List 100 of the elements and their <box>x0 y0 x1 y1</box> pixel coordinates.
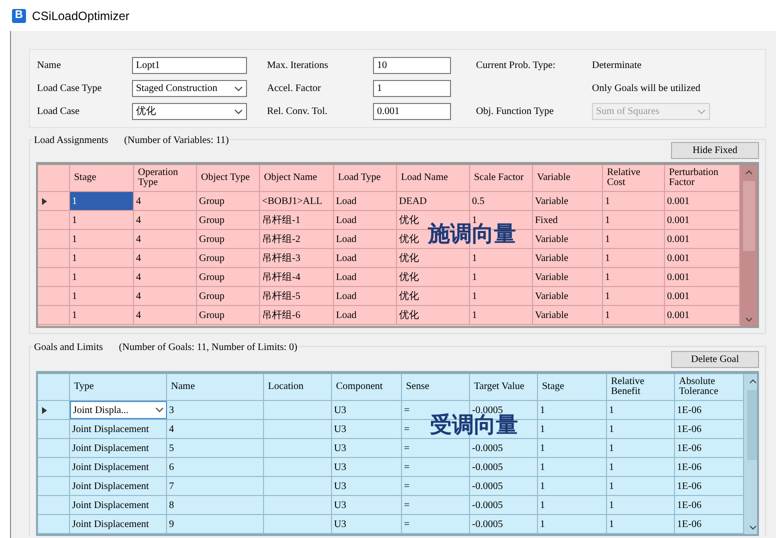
table-cell: U3 <box>332 496 402 514</box>
status-text: Only Goals will be utilized <box>592 82 700 96</box>
table-cell: Load <box>334 192 397 210</box>
table-cell: 1 <box>603 192 665 210</box>
column-header[interactable]: Component <box>332 374 402 400</box>
table-cell: Load <box>334 211 397 229</box>
table-cell: 1 <box>70 230 134 248</box>
field-label: Current Prob. Type: <box>476 59 556 73</box>
table-cell: Group <box>197 230 260 248</box>
column-header[interactable]: Load Type <box>334 165 397 191</box>
column-header[interactable]: Load Name <box>397 165 470 191</box>
column-header[interactable]: Object Type <box>197 165 260 191</box>
scroll-up-icon[interactable] <box>745 170 753 175</box>
toolbar-button[interactable]: Delete Goal <box>671 351 759 368</box>
table-cell: 1 <box>603 287 665 305</box>
table-cell: DEAD <box>397 192 470 210</box>
field-label: Load Case Type <box>37 82 103 96</box>
table-cell: Load <box>334 268 397 286</box>
table-cell: 5 <box>167 439 264 457</box>
table-cell: 4 <box>134 268 197 286</box>
table-cell: 1 <box>70 268 134 286</box>
column-header[interactable]: Relative Benefit <box>607 374 675 400</box>
table-cell: = <box>402 439 470 457</box>
column-header[interactable]: Type <box>70 374 167 400</box>
table-cell: 4 <box>134 211 197 229</box>
table-cell: 1 <box>70 249 134 267</box>
dropdown[interactable]: 优化 <box>132 103 247 120</box>
table-cell: U3 <box>332 477 402 495</box>
column-header[interactable]: Sense <box>402 374 470 400</box>
table-cell: 1 <box>603 306 665 324</box>
table-cell: 4 <box>134 287 197 305</box>
scrollbar-thumb[interactable] <box>743 181 755 251</box>
count-text: (Number of Goals: 11, Number of Limits: 0) <box>118 341 298 355</box>
field-label: Load Case <box>37 105 80 119</box>
table-cell: 4 <box>134 249 197 267</box>
table-cell: -0.0005 <box>470 515 538 533</box>
table-cell: 1 <box>603 268 665 286</box>
chevron-down-icon <box>697 108 706 114</box>
table-cell: 4 <box>134 192 197 210</box>
scrollbar[interactable] <box>744 374 757 534</box>
table-cell: = <box>402 496 470 514</box>
table-cell: 1 <box>538 401 607 419</box>
column-header[interactable]: Variable <box>533 165 603 191</box>
text-field[interactable]: 10 <box>373 57 451 74</box>
column-header[interactable]: Stage <box>70 165 134 191</box>
text-field[interactable]: Lopt1 <box>132 57 247 74</box>
table-cell: 0.5 <box>470 192 533 210</box>
table-cell: Variable <box>533 230 603 248</box>
chevron-down-icon <box>234 86 243 92</box>
chevron-down-icon <box>234 108 243 114</box>
table-cell: 1 <box>607 420 675 438</box>
table-cell: 1 <box>538 477 607 495</box>
table-cell: 1 <box>538 439 607 457</box>
dropdown[interactable]: Joint Displa... <box>70 401 167 419</box>
field-label: Max. Iterations <box>267 59 330 73</box>
table-cell: 1 <box>538 496 607 514</box>
table-cell[interactable]: 1 <box>70 192 134 210</box>
table-cell: U3 <box>332 401 402 419</box>
table-cell: 1 <box>538 420 607 438</box>
table-cell: Joint Displacement <box>70 496 167 514</box>
table-cell: 7 <box>167 477 264 495</box>
table-cell: 1 <box>470 268 533 286</box>
column-header[interactable]: Relative Cost <box>603 165 665 191</box>
column-header[interactable]: Object Name <box>260 165 334 191</box>
table-cell: Group <box>197 287 260 305</box>
field-label: Accel. Factor <box>267 82 322 96</box>
table-cell: 1 <box>538 515 607 533</box>
table-cell: Load <box>334 249 397 267</box>
table-cell: Joint Displacement <box>70 439 167 457</box>
column-header[interactable]: Target Value <box>470 374 538 400</box>
scrollbar-thumb[interactable] <box>747 390 757 460</box>
column-header[interactable]: Stage <box>538 374 607 400</box>
scroll-down-icon[interactable] <box>745 317 753 322</box>
toolbar-button[interactable]: Hide Fixed <box>671 142 759 159</box>
column-header[interactable]: Operation Type <box>134 165 197 191</box>
table-cell: 8 <box>167 496 264 514</box>
table-cell: 1 <box>70 287 134 305</box>
scrollbar[interactable] <box>740 165 757 326</box>
count-text: (Number of Variables: 11) <box>124 134 229 148</box>
table-cell: 1 <box>607 515 675 533</box>
table-cell: 9 <box>167 515 264 533</box>
table-cell: 优化 <box>397 268 470 286</box>
text-field[interactable]: 0.001 <box>373 103 451 120</box>
table-cell: 6 <box>167 458 264 476</box>
column-header[interactable]: Location <box>264 374 332 400</box>
current-row-icon <box>42 406 47 414</box>
scroll-up-icon[interactable] <box>749 379 757 384</box>
dropdown[interactable]: Staged Construction <box>132 80 247 97</box>
table-cell: = <box>402 458 470 476</box>
table-cell: 吊杆组-4 <box>260 268 334 286</box>
text-field[interactable]: 1 <box>373 80 451 97</box>
table-cell: -0.0005 <box>470 458 538 476</box>
table-cell: Variable <box>533 287 603 305</box>
scroll-down-icon[interactable] <box>749 525 757 530</box>
column-header[interactable]: Scale Factor <box>470 165 533 191</box>
field-label: Name <box>37 59 62 73</box>
column-header[interactable]: Name <box>167 374 264 400</box>
table-cell: = <box>402 515 470 533</box>
table-cell: = <box>402 477 470 495</box>
table-cell: 1 <box>607 496 675 514</box>
